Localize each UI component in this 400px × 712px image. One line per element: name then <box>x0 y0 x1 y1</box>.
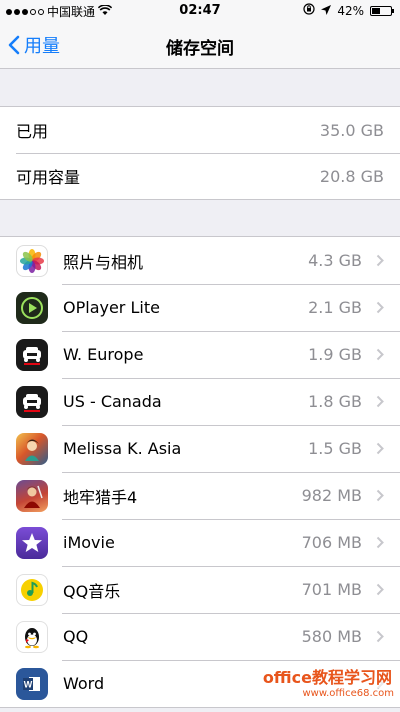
app-row-dungeon-hunter[interactable]: 地牢猎手4 982 MB <box>0 472 400 519</box>
watermark-title: office教程学习网 <box>260 664 394 688</box>
used-label: 已用 <box>16 122 49 141</box>
qq-music-icon <box>16 573 48 606</box>
app-name: 地牢猎手4 <box>63 487 138 507</box>
app-row-w-europe[interactable]: W. Europe 1.9 GB <box>0 331 400 378</box>
chevron-right-icon <box>376 583 384 596</box>
chevron-right-icon <box>376 348 384 361</box>
battery-fill <box>372 7 380 14</box>
app-size: 982 MB <box>301 486 362 505</box>
app-row-photos[interactable]: 照片与相机 4.3 GB <box>0 237 400 284</box>
app-name: OPlayer Lite <box>63 298 160 317</box>
battery-icon <box>370 5 394 16</box>
navigation-bar: 用量 储存空间 <box>0 22 400 69</box>
chevron-right-icon <box>376 301 384 314</box>
qq-icon <box>16 620 48 653</box>
watermark: office教程学习网 www.office68.com <box>260 664 395 699</box>
app-row-us-canada[interactable]: US - Canada 1.8 GB <box>0 378 400 425</box>
app-name: Melissa K. Asia <box>63 439 182 458</box>
word-icon: W <box>16 667 48 700</box>
app-size: 706 MB <box>301 533 362 552</box>
chevron-right-icon <box>376 489 384 502</box>
app-size: 1.5 GB <box>308 439 362 458</box>
app-size: 580 MB <box>301 627 362 646</box>
chevron-right-icon <box>376 442 384 455</box>
app-size: 4.3 GB <box>308 251 362 270</box>
chevron-left-icon <box>8 35 20 55</box>
storage-summary: 已用 35.0 GB 可用容量 20.8 GB <box>0 106 400 200</box>
app-name: 照片与相机 <box>63 252 144 272</box>
app-size: 701 MB <box>301 580 362 599</box>
watermark-url: www.office68.com <box>302 688 395 699</box>
status-bar: 中国联通 02:47 42% <box>0 0 400 22</box>
location-arrow-icon <box>321 4 332 18</box>
app-row-imovie[interactable]: iMovie 706 MB <box>0 519 400 566</box>
app-name: QQ音乐 <box>63 581 121 601</box>
dungeon-hunter-icon <box>16 479 48 512</box>
photos-icon <box>16 244 48 277</box>
back-button[interactable]: 用量 <box>8 32 60 58</box>
app-row-oplayer[interactable]: OPlayer Lite 2.1 GB <box>0 284 400 331</box>
app-name: QQ <box>63 627 89 646</box>
status-left: 中国联通 <box>6 3 113 20</box>
app-name: W. Europe <box>63 345 144 364</box>
carrier-label: 中国联通 <box>47 5 96 19</box>
wifi-icon <box>97 3 113 19</box>
used-value: 35.0 GB <box>319 120 384 140</box>
app-name: iMovie <box>63 533 115 552</box>
app-storage-list: 照片与相机 4.3 GB OPlayer Lite 2.1 GB W. Euro… <box>0 236 400 708</box>
available-value: 20.8 GB <box>319 166 384 186</box>
melissa-game-icon <box>16 432 48 465</box>
app-name: US - Canada <box>63 392 162 411</box>
imovie-icon <box>16 526 48 559</box>
chevron-right-icon <box>376 395 384 408</box>
app-row-qq[interactable]: QQ 580 MB <box>0 613 400 660</box>
chevron-right-icon <box>376 536 384 549</box>
app-row-melissa[interactable]: Melissa K. Asia 1.5 GB <box>0 425 400 472</box>
orientation-lock-icon <box>303 3 315 18</box>
available-label: 可用容量 <box>16 168 81 187</box>
oplayer-icon <box>16 291 48 324</box>
signal-dots-icon <box>6 8 44 15</box>
chevron-right-icon <box>376 254 384 267</box>
tomtom-icon <box>16 385 48 418</box>
used-row: 已用 35.0 GB <box>0 107 400 153</box>
app-size: 1.9 GB <box>308 345 362 364</box>
app-size: 2.1 GB <box>308 298 362 317</box>
page-title: 储存空间 <box>166 39 234 59</box>
svg-text:W: W <box>24 679 33 689</box>
app-size: 1.8 GB <box>308 392 362 411</box>
status-right: 42% <box>303 3 394 18</box>
app-row-qq-music[interactable]: QQ音乐 701 MB <box>0 566 400 613</box>
back-label: 用量 <box>24 36 60 57</box>
tomtom-icon <box>16 338 48 371</box>
available-row: 可用容量 20.8 GB <box>0 153 400 199</box>
chevron-right-icon <box>376 630 384 643</box>
app-name: Word <box>63 674 105 693</box>
battery-percent: 42% <box>337 3 364 18</box>
